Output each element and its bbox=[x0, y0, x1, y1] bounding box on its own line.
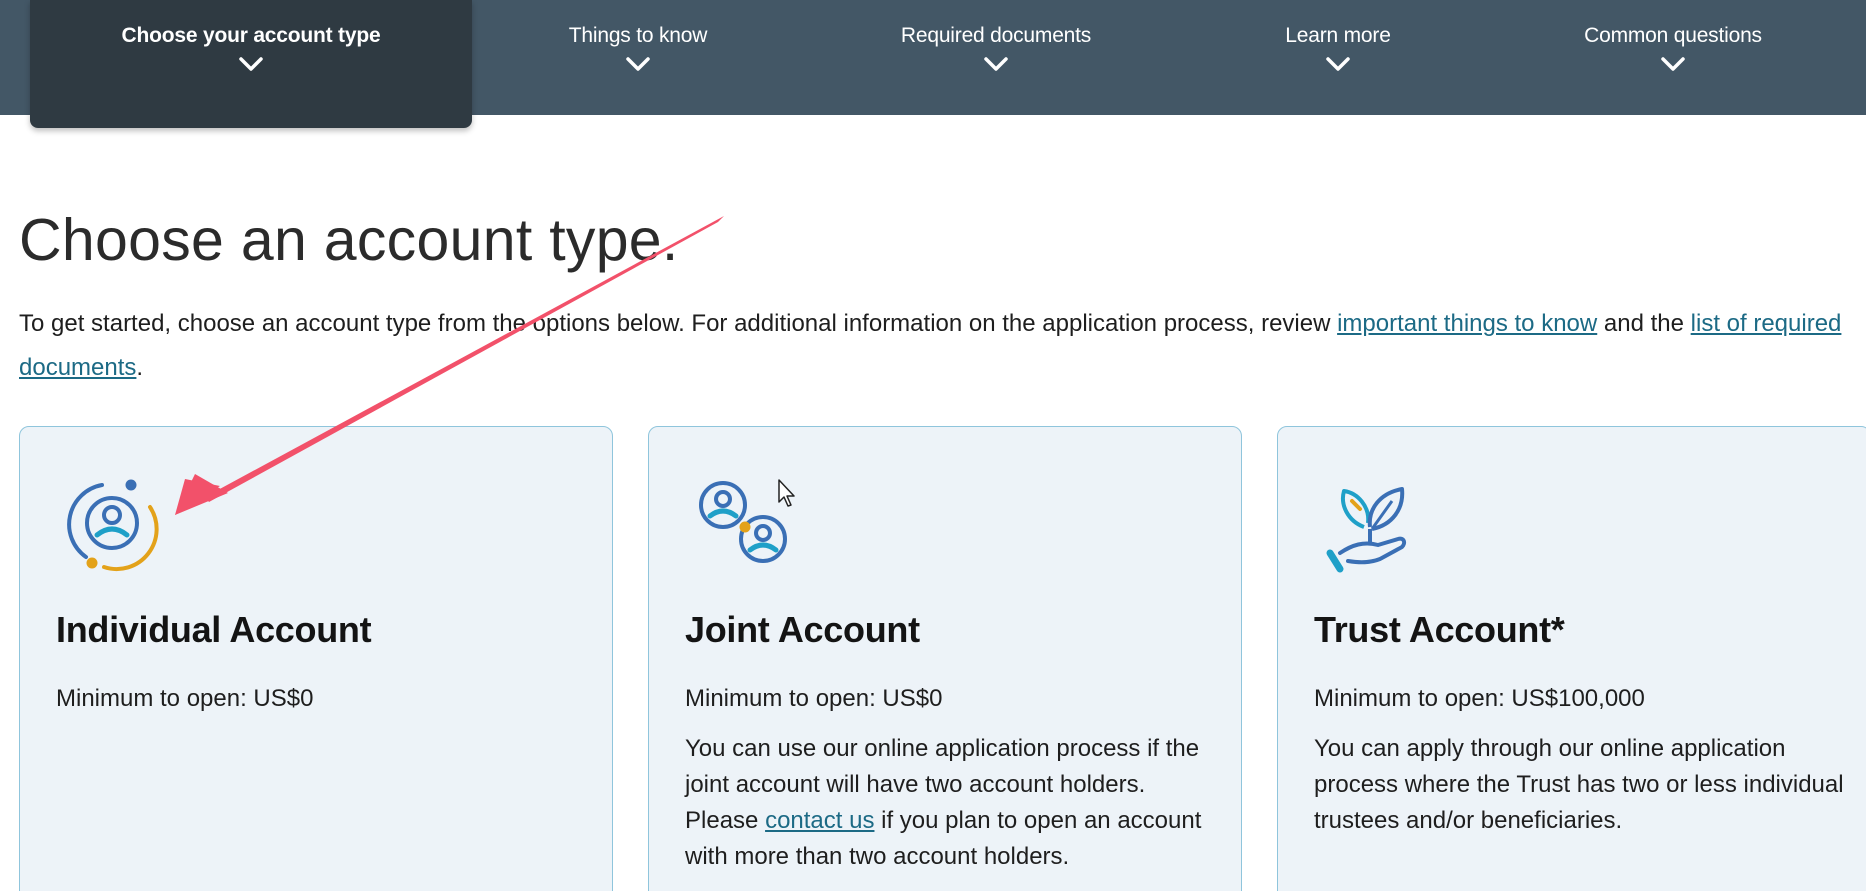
card-minimum: Minimum to open: US$0 bbox=[56, 685, 314, 712]
intro-paragraph: To get started, choose an account type f… bbox=[19, 302, 1859, 390]
card-minimum: Minimum to open: US$100,000 bbox=[1314, 685, 1645, 712]
top-nav: Choose your account type Things to know … bbox=[0, 0, 1866, 128]
individual-account-card[interactable]: Individual Account Minimum to open: US$0 bbox=[19, 426, 613, 891]
tab-common-questions[interactable]: Common questions bbox=[1563, 0, 1783, 115]
card-title: Trust Account* bbox=[1314, 609, 1565, 650]
chevron-down-icon bbox=[239, 57, 263, 71]
trust-account-icon bbox=[1326, 487, 1407, 573]
important-things-link[interactable]: important things to know bbox=[1337, 310, 1597, 337]
page-title: Choose an account type. bbox=[19, 207, 679, 273]
chevron-down-icon bbox=[1661, 57, 1685, 71]
tab-label: Required documents bbox=[900, 24, 1092, 47]
tab-label: Common questions bbox=[1584, 24, 1762, 47]
tab-label: Learn more bbox=[1285, 24, 1391, 47]
tab-label: Things to know bbox=[568, 24, 708, 47]
chevron-down-icon bbox=[1326, 57, 1350, 71]
tab-choose-account-type[interactable]: Choose your account type bbox=[30, 0, 472, 128]
card-title: Individual Account bbox=[56, 609, 372, 650]
intro-text: . bbox=[136, 354, 144, 381]
card-title: Joint Account bbox=[685, 609, 920, 650]
intro-text: and the bbox=[1597, 310, 1691, 337]
card-description: You can apply through our online applica… bbox=[1314, 735, 1844, 834]
tab-learn-more[interactable]: Learn more bbox=[1248, 0, 1428, 115]
contact-us-link[interactable]: contact us bbox=[765, 807, 874, 834]
chevron-down-icon bbox=[626, 57, 650, 71]
card-minimum: Minimum to open: US$0 bbox=[685, 685, 943, 712]
card-description: You can use our online application proce… bbox=[685, 731, 1225, 875]
trust-account-card[interactable]: Trust Account* Minimum to open: US$100,0… bbox=[1277, 426, 1866, 891]
tab-things-to-know[interactable]: Things to know bbox=[538, 0, 738, 115]
joint-account-card[interactable]: Joint Account Minimum to open: US$0 You … bbox=[648, 426, 1242, 891]
tab-required-documents[interactable]: Required documents bbox=[876, 0, 1116, 115]
tab-label: Choose your account type bbox=[121, 24, 381, 47]
intro-text: To get started, choose an account type f… bbox=[19, 310, 1338, 337]
mouse-cursor-icon bbox=[778, 479, 795, 507]
individual-account-icon bbox=[67, 479, 159, 571]
chevron-down-icon bbox=[984, 57, 1008, 71]
